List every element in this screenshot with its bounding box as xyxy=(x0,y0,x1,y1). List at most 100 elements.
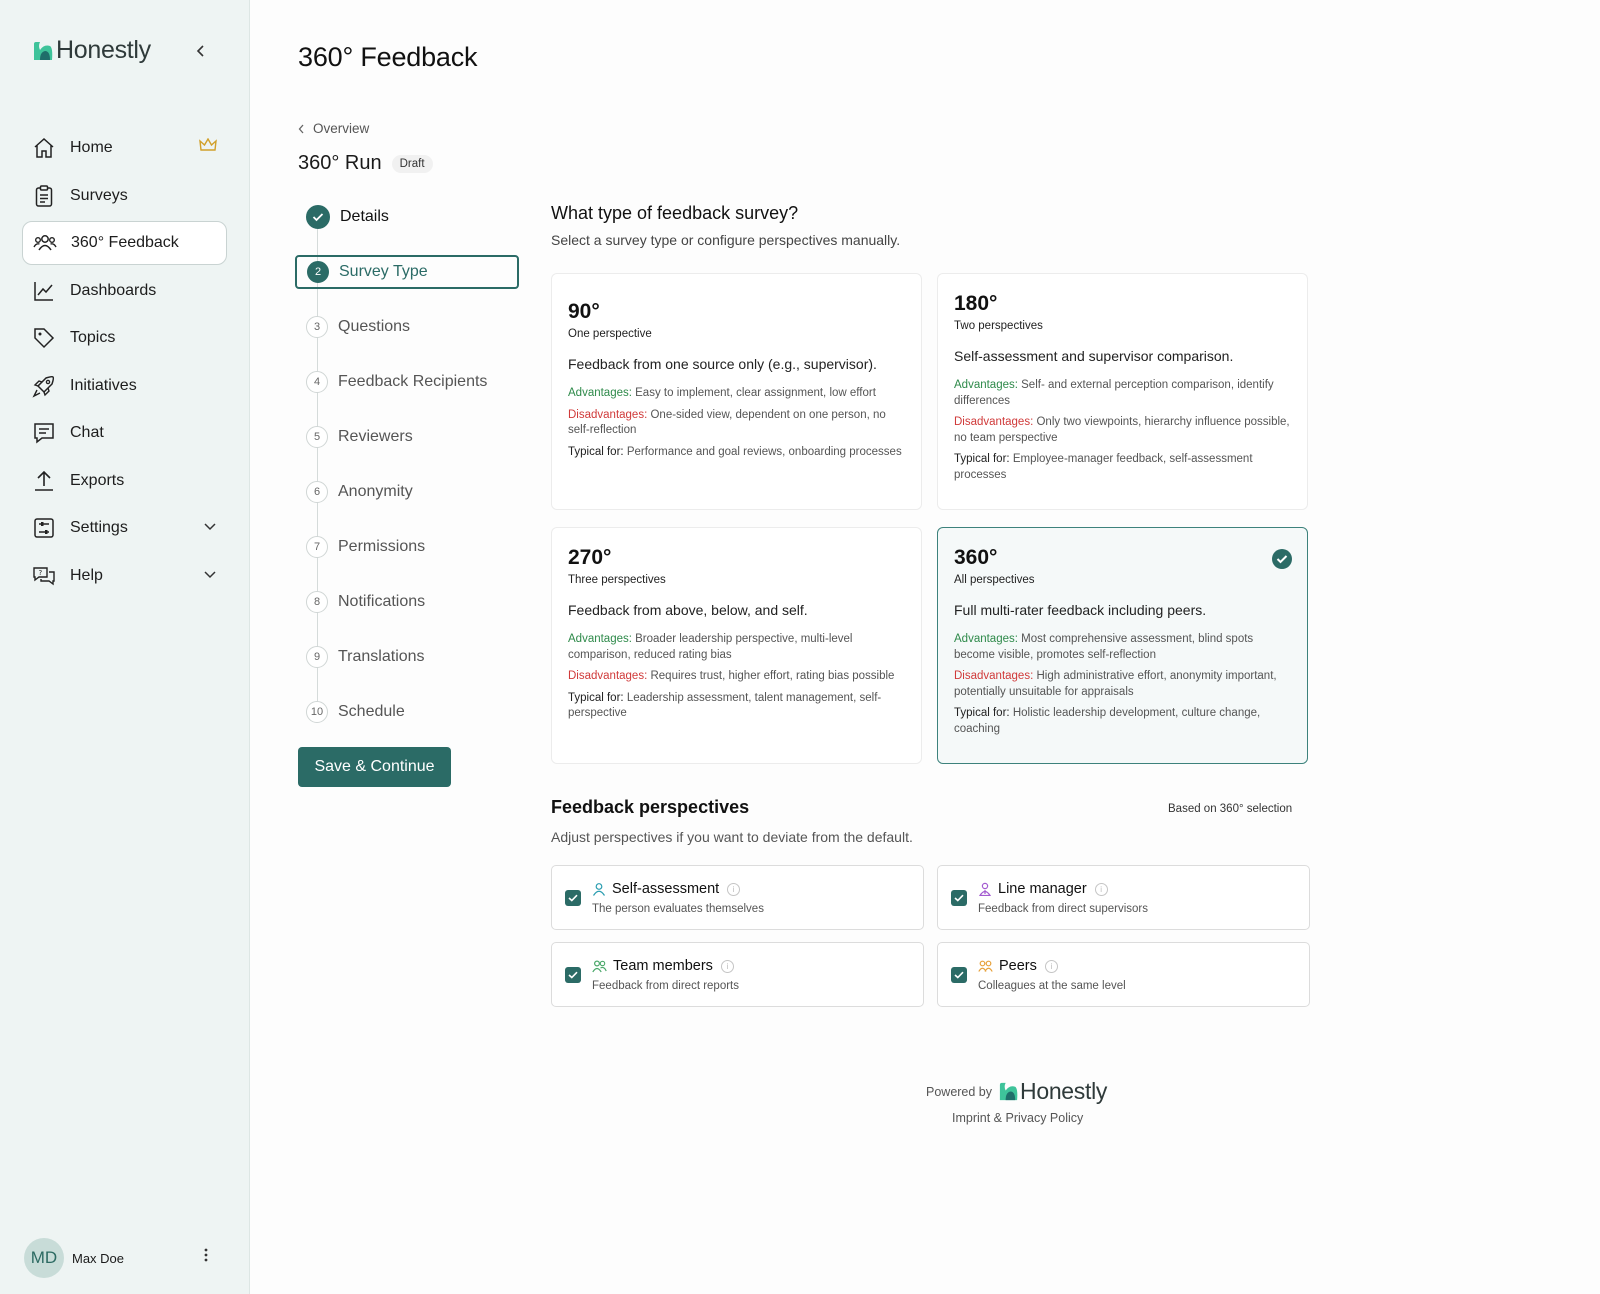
perspective-team-members[interactable]: Team members i Feedback from direct repo… xyxy=(551,942,924,1007)
step-questions[interactable]: 3 Questions xyxy=(296,310,520,344)
card-description: Feedback from above, below, and self. xyxy=(568,602,808,618)
sidebar-item-help[interactable]: ? Help xyxy=(22,554,227,598)
card-perspective: Three perspectives xyxy=(568,574,666,586)
step-number: 5 xyxy=(306,426,328,448)
user-menu-button[interactable] xyxy=(204,1248,208,1267)
info-icon[interactable]: i xyxy=(727,882,741,896)
honestly-logo[interactable]: Honestly xyxy=(32,36,151,65)
perspective-title-row: Self-assessment i xyxy=(592,881,741,897)
breadcrumb-back-link[interactable]: Overview xyxy=(298,121,369,136)
sidebar-item-topics[interactable]: Topics xyxy=(22,316,227,360)
chevron-left-icon xyxy=(196,45,204,57)
imprint-privacy-link[interactable]: Imprint & Privacy Policy xyxy=(952,1111,1083,1125)
run-name: 360° Run xyxy=(298,152,382,174)
card-description: Self-assessment and supervisor compariso… xyxy=(954,348,1234,364)
info-icon[interactable]: i xyxy=(1044,959,1058,973)
selected-check-icon xyxy=(1271,548,1293,575)
sidebar-nav: Home Surveys 360° Feedback Dashboards To… xyxy=(22,126,227,601)
perspective-title-row: Line manager i xyxy=(978,881,1108,897)
step-label: Details xyxy=(340,208,389,225)
survey-type-card-90[interactable]: 90° One perspective Feedback from one so… xyxy=(551,273,922,510)
step-number: 2 xyxy=(307,261,329,283)
step-label: Schedule xyxy=(338,703,405,720)
step-number: 9 xyxy=(306,646,328,668)
chevron-down-icon xyxy=(203,519,217,538)
powered-by: Powered by Honestly xyxy=(926,1078,1107,1105)
home-icon xyxy=(32,136,56,160)
info-icon[interactable]: i xyxy=(720,959,734,973)
team-icon xyxy=(592,960,607,973)
step-schedule[interactable]: 10 Schedule xyxy=(296,695,520,729)
step-number: 7 xyxy=(306,536,328,558)
card-perspective: One perspective xyxy=(568,328,652,340)
step-number: 4 xyxy=(306,371,328,393)
card-degree: 360° xyxy=(954,546,998,569)
sidebar-item-360-feedback[interactable]: 360° Feedback xyxy=(22,221,227,265)
survey-type-card-270[interactable]: 270° Three perspectives Feedback from ab… xyxy=(551,527,922,764)
upload-icon xyxy=(32,469,56,493)
rocket-icon xyxy=(32,374,56,398)
card-advantages: Advantages: Broader leadership perspecti… xyxy=(568,633,853,661)
card-disadvantages: Disadvantages: Requires trust, higher ef… xyxy=(568,670,895,682)
step-reviewers[interactable]: 5 Reviewers xyxy=(296,420,520,454)
perspective-checkbox[interactable] xyxy=(565,890,581,906)
sidebar-item-chat[interactable]: Chat xyxy=(22,411,227,455)
card-disadvantages: Disadvantages: Only two viewpoints, hier… xyxy=(954,416,1290,444)
survey-type-title: What type of feedback survey? xyxy=(551,203,799,223)
step-survey-type[interactable]: 2 Survey Type xyxy=(295,255,519,289)
wizard-stepper: Details 2 Survey Type 3 Questions 4 Feed… xyxy=(295,200,520,750)
perspective-checkbox[interactable] xyxy=(951,890,967,906)
step-feedback-recipients[interactable]: 4 Feedback Recipients xyxy=(296,365,520,399)
logo-text: Honestly xyxy=(56,36,151,64)
honestly-logo-icon xyxy=(999,1082,1018,1101)
card-advantages: Advantages: Easy to implement, clear ass… xyxy=(568,387,876,399)
honestly-logo-icon xyxy=(34,41,53,60)
perspectives-title: Feedback perspectives xyxy=(551,797,750,817)
perspective-checkbox[interactable] xyxy=(565,967,581,983)
sidebar-item-surveys[interactable]: Surveys xyxy=(22,174,227,218)
step-permissions[interactable]: 7 Permissions xyxy=(296,530,520,564)
sidebar: Honestly Home Surveys 360° Feedback Dash… xyxy=(0,0,250,1294)
step-number: 3 xyxy=(306,316,328,338)
save-continue-button[interactable]: Save & Continue xyxy=(298,747,451,787)
check-icon xyxy=(568,894,578,902)
help-icon: ? xyxy=(32,564,56,588)
step-translations[interactable]: 9 Translations xyxy=(296,640,520,674)
step-notifications[interactable]: 8 Notifications xyxy=(296,585,520,619)
survey-type-card-180[interactable]: 180° Two perspectives Self-assessment an… xyxy=(937,273,1308,510)
powered-by-label: Powered by xyxy=(926,1084,993,1099)
card-description: Full multi-rater feedback including peer… xyxy=(954,602,1207,618)
step-details[interactable]: Details xyxy=(296,200,520,234)
sidebar-item-label: Dashboards xyxy=(70,281,157,299)
user-profile[interactable]: MD Max Doe xyxy=(24,1238,124,1278)
perspective-peers[interactable]: Peers i Colleagues at the same level xyxy=(937,942,1310,1007)
chevron-down-icon xyxy=(203,567,217,586)
clipboard-icon xyxy=(32,184,56,208)
sidebar-item-home[interactable]: Home xyxy=(22,126,227,170)
sidebar-item-initiatives[interactable]: Initiatives xyxy=(22,364,227,408)
check-icon xyxy=(954,894,964,902)
sidebar-item-dashboards[interactable]: Dashboards xyxy=(22,269,227,313)
perspective-self-assessment[interactable]: Self-assessment i The person evaluates t… xyxy=(551,865,924,930)
card-degree: 270° xyxy=(568,546,612,569)
sidebar-item-settings[interactable]: Settings xyxy=(22,506,227,550)
collapse-sidebar-button[interactable] xyxy=(190,40,212,62)
user-name: Max Doe xyxy=(72,1250,125,1266)
chevron-left-icon xyxy=(298,124,304,133)
step-anonymity[interactable]: 6 Anonymity xyxy=(296,475,520,509)
card-degree: 90° xyxy=(568,300,600,323)
perspective-line-manager[interactable]: Line manager i Feedback from direct supe… xyxy=(937,865,1310,930)
info-icon[interactable]: i xyxy=(1094,882,1108,896)
perspective-title-row: Peers i xyxy=(978,958,1058,974)
sliders-icon xyxy=(32,516,56,540)
perspective-title: Team members xyxy=(613,958,713,974)
more-vertical-icon xyxy=(204,1248,208,1262)
sidebar-item-exports[interactable]: Exports xyxy=(22,459,227,503)
person-icon xyxy=(592,883,606,896)
step-number: 10 xyxy=(306,701,328,723)
perspective-checkbox[interactable] xyxy=(951,967,967,983)
survey-type-card-360[interactable]: 360° All perspectives Full multi-rater f… xyxy=(937,527,1308,764)
perspective-description: The person evaluates themselves xyxy=(592,903,764,915)
sidebar-item-label: Exports xyxy=(70,471,125,489)
honestly-footer-logo: Honestly xyxy=(998,1078,1107,1105)
